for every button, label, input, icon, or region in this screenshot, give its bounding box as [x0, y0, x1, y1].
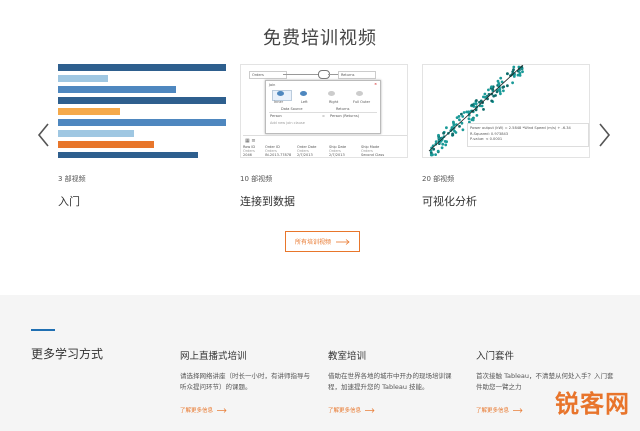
site-watermark: 锐客网: [555, 389, 630, 418]
option-title: 网上直播式培训: [180, 351, 247, 362]
chevron-right-icon: [599, 123, 611, 147]
card-title[interactable]: 连接到数据: [240, 193, 408, 209]
video-count: 3 部视频: [58, 175, 86, 183]
video-count: 10 部视频: [240, 175, 273, 183]
chevron-left-icon: [37, 123, 49, 147]
option-description: 借助在世界各地的城市中开办的现场培训课程，加速提升您的 Tableau 技能。: [328, 372, 452, 391]
learn-more-label: 了解更多信息: [476, 408, 510, 414]
regression-tooltip: Power output (kW) = 2.5848 *Wind Speed (…: [467, 123, 589, 147]
all-videos-label: 所有培训视频: [294, 239, 331, 246]
card-title[interactable]: 可视化分析: [422, 193, 590, 209]
section-accent-rule: [31, 329, 55, 331]
video-card-visual-analytics[interactable]: Power output (kW) = 2.5848 *Wind Speed (…: [422, 64, 590, 209]
arrow-right-icon: [513, 407, 523, 413]
card-title[interactable]: 入门: [58, 193, 226, 209]
option-description: 请选择网络讲座（时长一小时，有讲师指导与听众提问环节）的课题。: [180, 372, 310, 391]
learn-more-link[interactable]: 了解更多信息: [328, 406, 468, 414]
option-title: 教室培训: [328, 351, 367, 362]
video-card-connect-data[interactable]: Orders Returns Join × Inner Left Right F…: [240, 64, 408, 209]
bar-chart-thumbnail-image: [58, 64, 226, 158]
video-count: 20 部视频: [422, 175, 455, 183]
video-thumbnail[interactable]: Power output (kW) = 2.5848 *Wind Speed (…: [422, 64, 590, 158]
arrow-right-icon: [336, 238, 350, 245]
arrow-right-icon: [365, 407, 375, 413]
carousel-next-button[interactable]: [598, 122, 612, 148]
video-thumbnail[interactable]: Orders Returns Join × Inner Left Right F…: [240, 64, 408, 158]
arrow-right-icon: [217, 407, 227, 413]
learn-more-link[interactable]: 了解更多信息: [180, 406, 320, 414]
all-videos-button[interactable]: 所有培训视频: [285, 231, 360, 252]
option-title: 入门套件: [476, 351, 515, 362]
learn-more-label: 了解更多信息: [180, 408, 214, 414]
learning-option-classroom: 教室培训 借助在世界各地的城市中开办的现场培训课程，加速提升您的 Tableau…: [328, 348, 468, 414]
video-card-getting-started[interactable]: 3 部视频 入门: [58, 64, 226, 209]
join-dialog-thumbnail-image: Orders Returns Join × Inner Left Right F…: [241, 65, 407, 157]
video-thumbnail[interactable]: [58, 64, 226, 158]
learn-more-label: 了解更多信息: [328, 408, 362, 414]
section-heading: 更多学习方式: [31, 347, 104, 361]
more-learning-section: 更多学习方式 网上直播式培训 请选择网络讲座（时长一小时，有讲师指导与听众提问环…: [0, 295, 640, 431]
carousel-prev-button[interactable]: [36, 122, 50, 148]
page-title: 免费培训视频: [263, 28, 377, 49]
learning-option-online: 网上直播式培训 请选择网络讲座（时长一小时，有讲师指导与听众提问环节）的课题。 …: [180, 348, 320, 414]
